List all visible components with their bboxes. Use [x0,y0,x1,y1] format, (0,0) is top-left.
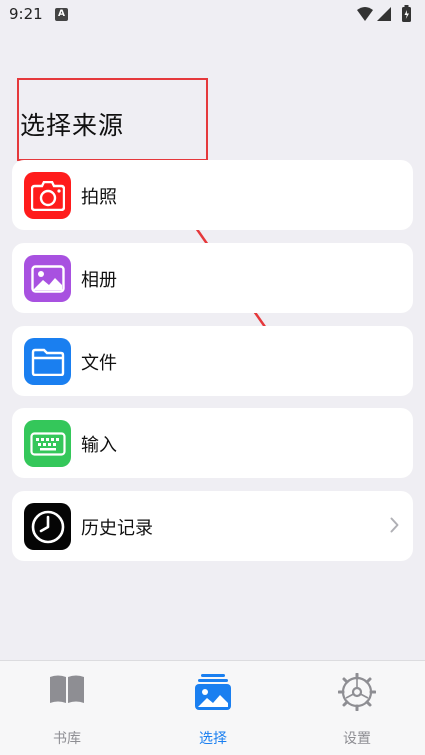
source-label: 文件 [81,353,117,374]
status-time: 9:21 [9,5,43,23]
source-label: 拍照 [81,187,117,208]
source-item-history[interactable]: 历史记录 [12,491,413,561]
source-label: 历史记录 [81,518,153,539]
clock-icon [24,503,71,550]
tab-select[interactable]: 选择 [158,661,268,755]
notification-badge: A [55,8,68,21]
source-item-album[interactable]: 相册 [12,243,413,313]
tab-library[interactable]: 书库 [12,661,122,755]
status-bar: 9:21 A [0,0,425,30]
book-icon [50,675,84,703]
chevron-right-icon [390,517,399,533]
photo-album-icon [24,255,71,302]
signal-icon [377,7,391,21]
annotation-highlight-box [17,78,208,161]
source-label: 输入 [81,435,117,456]
wifi-icon [357,7,373,21]
battery-icon [402,5,411,22]
tab-label: 选择 [199,731,227,747]
keyboard-icon [24,420,71,467]
tab-label: 设置 [343,731,371,747]
source-item-input[interactable]: 输入 [12,408,413,478]
source-item-files[interactable]: 文件 [12,326,413,396]
camera-icon [24,172,71,219]
tab-label: 书库 [53,731,81,747]
tab-settings[interactable]: 设置 [302,661,412,755]
gear-icon [338,673,376,711]
folder-icon [24,338,71,385]
tab-bar: 书库 选择 设置 [0,660,425,755]
source-label: 相册 [81,270,117,291]
source-item-camera[interactable]: 拍照 [12,160,413,230]
photos-stack-icon [195,674,231,710]
status-icons [355,5,417,23]
